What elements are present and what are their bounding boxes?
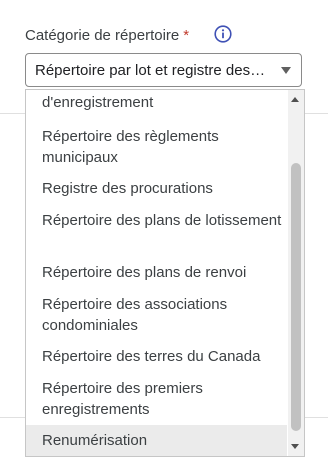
field-label-row: Catégorie de répertoire * [25,24,189,46]
scroll-up-arrow-icon[interactable] [291,97,299,102]
scroll-down-arrow-icon[interactable] [291,444,299,449]
chevron-down-icon [281,67,291,74]
info-icon[interactable] [214,25,232,43]
selected-value: Répertoire par lot et registre des droit… [35,62,267,79]
option-enregistrement-partial[interactable]: d'enregistrement [26,92,287,113]
field-label: Catégorie de répertoire [25,26,180,44]
option-registre-procurations[interactable]: Registre des procurations [26,178,287,199]
dropdown-scrollbar[interactable] [288,90,304,456]
option-premiers-enregistrements[interactable]: Répertoire des premiers enregistrements [26,378,287,420]
option-plans-renvoi[interactable]: Répertoire des plans de renvoi [26,262,287,283]
option-renumerisation[interactable]: Renumérisation [26,425,287,456]
option-plans-lotissement[interactable]: Répertoire des plans de lotissement [26,210,287,231]
scroll-thumb[interactable] [291,163,301,431]
dropdown-list[interactable]: d'enregistrement Répertoire des règlemen… [25,89,305,457]
option-terres-canada[interactable]: Répertoire des terres du Canada [26,346,287,367]
option-reglements-municipaux[interactable]: Répertoire des règlements municipaux [26,126,287,168]
category-select[interactable]: Répertoire par lot et registre des droit… [25,53,302,87]
required-marker: * [183,26,190,44]
option-associations-condominiales[interactable]: Répertoire des associations condominiale… [26,294,287,336]
